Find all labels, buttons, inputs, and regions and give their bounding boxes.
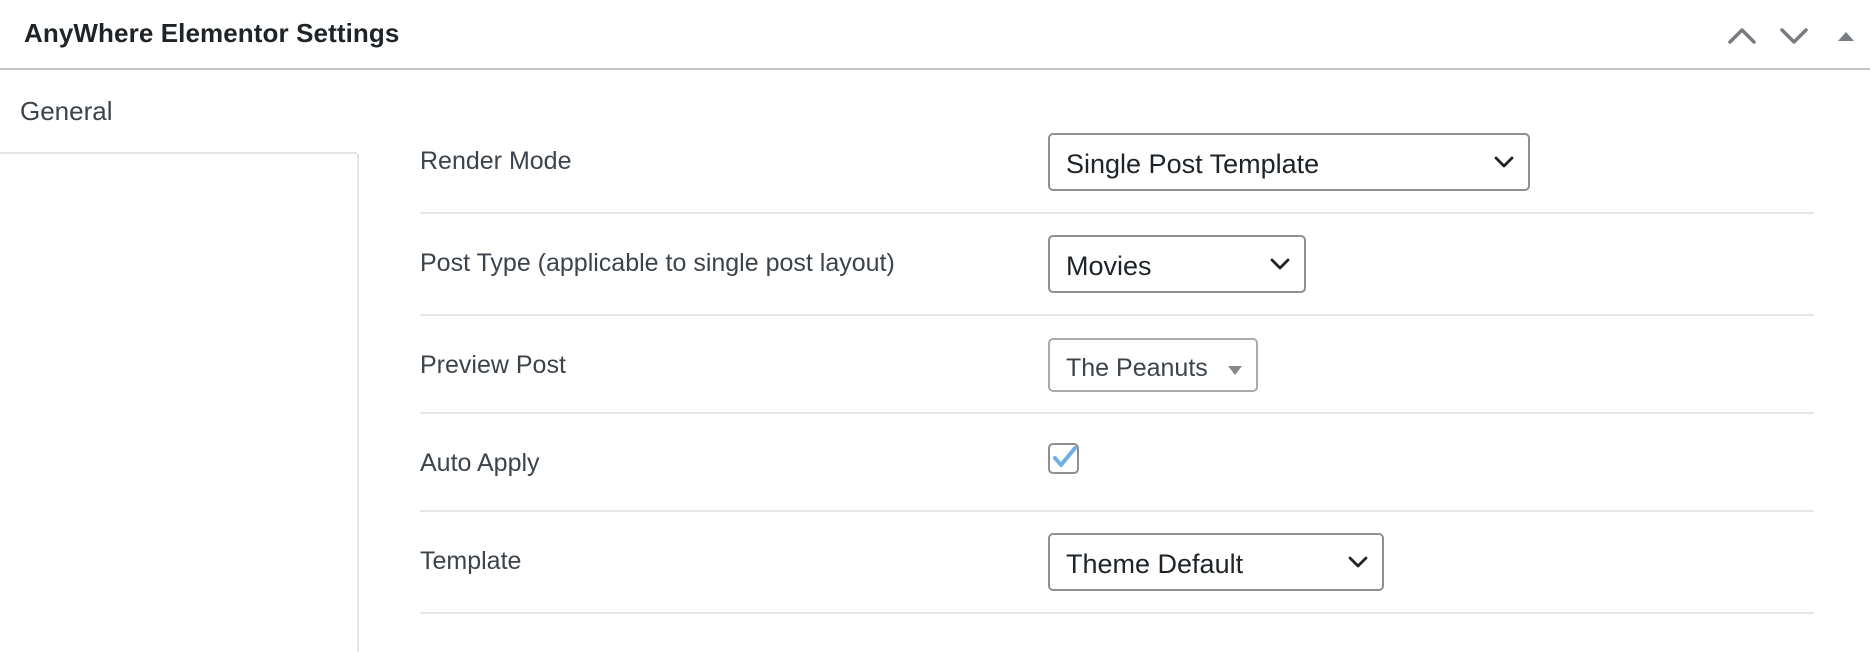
post-type-select[interactable]: Movies <box>1048 235 1306 293</box>
toggle-panel-button[interactable] <box>1824 14 1868 58</box>
setting-row-preview-post: Preview Post The Peanuts <box>420 316 1814 414</box>
preview-post-value: The Peanuts <box>1066 354 1208 382</box>
metabox-header: AnyWhere Elementor Settings <box>0 0 1870 70</box>
setting-row-render-mode: Render Mode Single Post Template <box>420 112 1814 214</box>
template-label: Template <box>420 547 522 575</box>
move-down-button[interactable] <box>1772 14 1816 58</box>
preview-post-select[interactable]: The Peanuts <box>1048 338 1258 392</box>
auto-apply-label: Auto Apply <box>420 449 540 477</box>
move-up-button[interactable] <box>1720 14 1764 58</box>
tab-general-label: General <box>20 96 113 126</box>
metabox-title: AnyWhere Elementor Settings <box>24 18 400 48</box>
render-mode-select[interactable]: Single Post Template <box>1048 133 1530 191</box>
template-select[interactable]: Theme Default <box>1048 533 1384 591</box>
tab-general[interactable]: General <box>0 70 359 154</box>
tabs-sidebar: General <box>0 70 359 652</box>
chevron-down-icon <box>1270 257 1290 276</box>
chevron-up-icon <box>1720 14 1764 58</box>
triangle-up-icon <box>1824 14 1868 58</box>
preview-post-label: Preview Post <box>420 351 566 379</box>
settings-panel: Render Mode Single Post Template Post Ty… <box>420 112 1814 614</box>
auto-apply-checkbox[interactable] <box>1048 443 1079 474</box>
render-mode-value: Single Post Template <box>1066 149 1320 179</box>
chevron-down-icon <box>1772 14 1816 58</box>
chevron-down-icon <box>1348 555 1368 574</box>
active-tab-connector <box>357 70 361 154</box>
setting-row-template: Template Theme Default <box>420 512 1814 614</box>
template-value: Theme Default <box>1066 549 1244 579</box>
post-type-label: Post Type (applicable to single post lay… <box>420 249 895 277</box>
render-mode-label: Render Mode <box>420 147 572 175</box>
post-type-value: Movies <box>1066 251 1152 281</box>
setting-row-auto-apply: Auto Apply <box>420 414 1814 512</box>
dropdown-arrow-icon <box>1228 362 1242 380</box>
chevron-down-icon <box>1494 155 1514 174</box>
setting-row-post-type: Post Type (applicable to single post lay… <box>420 214 1814 316</box>
